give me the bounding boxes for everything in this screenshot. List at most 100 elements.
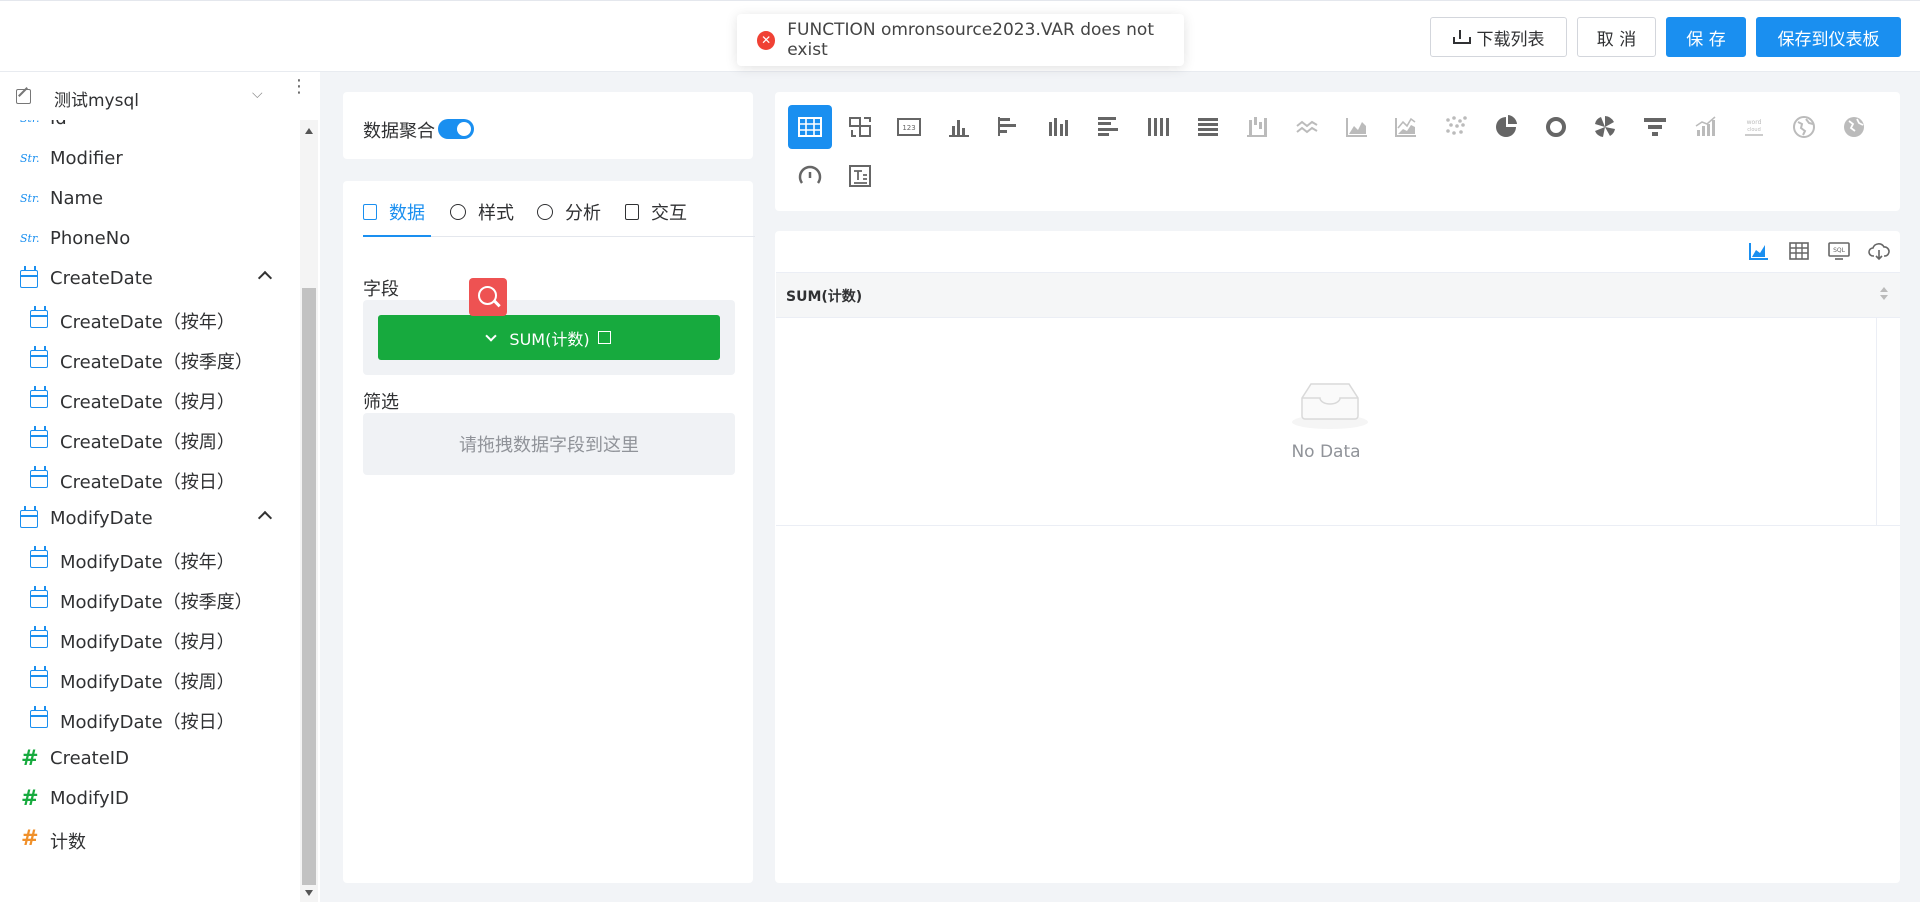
sql-view-icon[interactable]: SQL <box>1828 241 1850 261</box>
chevron-down-icon[interactable] <box>485 329 498 342</box>
field-item[interactable]: ModifyDate（按日） <box>0 699 300 739</box>
table-header: SUM(计数) <box>776 272 1900 318</box>
field-item[interactable]: ModifyDate（按月） <box>0 619 300 659</box>
pie-chart-icon[interactable] <box>1484 105 1528 149</box>
word-cloud-chart-icon[interactable]: word cloud <box>1732 105 1776 149</box>
field-item[interactable]: Str. Id <box>0 120 300 139</box>
scroll-down-arrow[interactable] <box>305 890 313 896</box>
svg-text:SQL: SQL <box>1833 247 1846 254</box>
field-label: CreateDate（按季度） <box>60 352 253 373</box>
field-item[interactable]: CreateDate（按周） <box>0 419 300 459</box>
save-to-dashboard-button[interactable]: 保存到仪表板 <box>1756 17 1901 57</box>
field-label: Name <box>50 188 104 209</box>
calendar-icon <box>30 626 48 648</box>
column-chart-icon[interactable] <box>937 105 981 149</box>
field-label: ModifyDate（按日） <box>60 712 235 733</box>
tab-style[interactable]: 样式 <box>450 199 514 225</box>
download-icon <box>1452 30 1471 44</box>
scroll-up-arrow[interactable] <box>305 128 313 134</box>
edit-icon[interactable] <box>16 89 31 104</box>
more-vertical-icon[interactable]: ⋮ <box>290 78 308 96</box>
field-label: CreateDate（按周） <box>60 432 235 453</box>
number-type-icon: # <box>21 786 39 810</box>
datasource-name: 测试mysql <box>54 91 139 111</box>
chevron-down-icon[interactable]: ⌵ <box>252 86 263 102</box>
rose-chart-icon[interactable] <box>1583 105 1627 149</box>
field-item[interactable]: Str. PhoneNo <box>0 219 300 259</box>
chart-view-icon[interactable] <box>1748 241 1770 261</box>
search-icon[interactable] <box>469 278 507 316</box>
field-label: ModifyDate（按月） <box>60 632 235 653</box>
scroll-thumb[interactable] <box>302 288 316 885</box>
funnel-chart-icon[interactable] <box>1633 105 1677 149</box>
field-item[interactable]: ModifyDate <box>0 499 300 539</box>
grouped-column-chart-icon[interactable] <box>1037 105 1081 149</box>
datasource-selector[interactable]: 测试mysql ⌵ ⋮ <box>0 72 308 120</box>
aggregate-toggle[interactable] <box>438 119 474 139</box>
stacked-area-chart-icon[interactable] <box>1384 105 1428 149</box>
calendar-icon <box>30 466 48 488</box>
grouped-bar-chart-icon[interactable] <box>1086 105 1130 149</box>
table-chart-icon[interactable] <box>788 105 832 149</box>
calendar-icon <box>30 546 48 568</box>
field-item[interactable]: # ModifyID <box>0 779 300 819</box>
empty-inbox-icon <box>1292 383 1368 429</box>
donut-chart-icon[interactable] <box>1534 105 1578 149</box>
tab-analysis[interactable]: 分析 <box>537 199 601 225</box>
globe-chart-icon[interactable] <box>1832 105 1876 149</box>
kpi-card-chart-icon[interactable]: 123 <box>887 105 931 149</box>
field-label: Id <box>50 120 67 129</box>
fields-drop-zone[interactable]: SUM(计数) <box>363 300 735 375</box>
waterfall-chart-icon[interactable] <box>1235 105 1279 149</box>
active-tab-indicator <box>363 235 431 237</box>
field-item[interactable]: Str. Modifier <box>0 139 300 179</box>
bar-line-chart-icon[interactable] <box>1683 105 1727 149</box>
table-body: No Data <box>776 318 1900 526</box>
text-chart-icon[interactable] <box>838 154 882 198</box>
field-item[interactable]: Str. Name <box>0 179 300 219</box>
cloud-download-icon[interactable] <box>1868 241 1890 261</box>
field-item[interactable]: ModifyDate（按年） <box>0 539 300 579</box>
chevron-up-icon[interactable] <box>257 270 273 286</box>
tab-data[interactable]: 数据 <box>363 199 425 225</box>
sidebar-scrollbar[interactable] <box>300 120 318 902</box>
table-view-icon[interactable] <box>1788 241 1810 261</box>
download-list-button[interactable]: 下载列表 <box>1430 17 1567 57</box>
field-settings-icon[interactable] <box>597 331 611 344</box>
filter-drop-zone[interactable]: 请拖拽数据字段到这里 <box>363 413 735 475</box>
tab-interaction[interactable]: 交互 <box>625 199 687 225</box>
field-label: ModifyID <box>50 788 129 809</box>
field-item[interactable]: ModifyDate（按季度） <box>0 579 300 619</box>
field-chip-sum-count[interactable]: SUM(计数) <box>378 315 720 360</box>
map-chart-icon[interactable] <box>1782 105 1826 149</box>
area-chart-icon[interactable] <box>1335 105 1379 149</box>
field-label: ModifyDate <box>50 508 153 529</box>
field-item[interactable]: # CreateID <box>0 739 300 779</box>
chevron-up-icon[interactable] <box>257 510 273 526</box>
stacked-column-chart-icon[interactable] <box>1136 105 1180 149</box>
save-button[interactable]: 保 存 <box>1666 17 1746 57</box>
pivot-table-chart-icon[interactable] <box>838 105 882 149</box>
field-item[interactable]: # 计数 <box>0 819 300 859</box>
sort-icon[interactable] <box>1880 287 1888 300</box>
cancel-button[interactable]: 取 消 <box>1577 17 1656 57</box>
string-type-icon: Str. <box>20 192 40 205</box>
field-item[interactable]: CreateDate <box>0 259 300 299</box>
aggregate-panel: 数据聚合 <box>343 92 753 159</box>
field-item[interactable]: CreateDate（按年） <box>0 299 300 339</box>
bar-chart-icon[interactable] <box>987 105 1031 149</box>
string-type-icon: Str. <box>20 232 40 245</box>
field-item[interactable]: CreateDate（按月） <box>0 379 300 419</box>
number-type-icon: # <box>21 826 39 850</box>
field-item[interactable]: CreateDate（按季度） <box>0 339 300 379</box>
stacked-bar-chart-icon[interactable] <box>1186 105 1230 149</box>
calendar-icon <box>20 506 38 528</box>
field-label: ModifyDate（按季度） <box>60 592 253 613</box>
field-item[interactable]: ModifyDate（按周） <box>0 659 300 699</box>
field-list: Str. Id Str. Modifier Str. Name Str. PhoneNo Cre… <box>0 120 300 902</box>
scatter-chart-icon[interactable] <box>1434 105 1478 149</box>
field-item[interactable]: CreateDate（按日） <box>0 459 300 499</box>
line-chart-icon[interactable] <box>1285 105 1329 149</box>
column-header[interactable]: SUM(计数) <box>786 286 862 306</box>
gauge-chart-icon[interactable] <box>788 154 832 198</box>
